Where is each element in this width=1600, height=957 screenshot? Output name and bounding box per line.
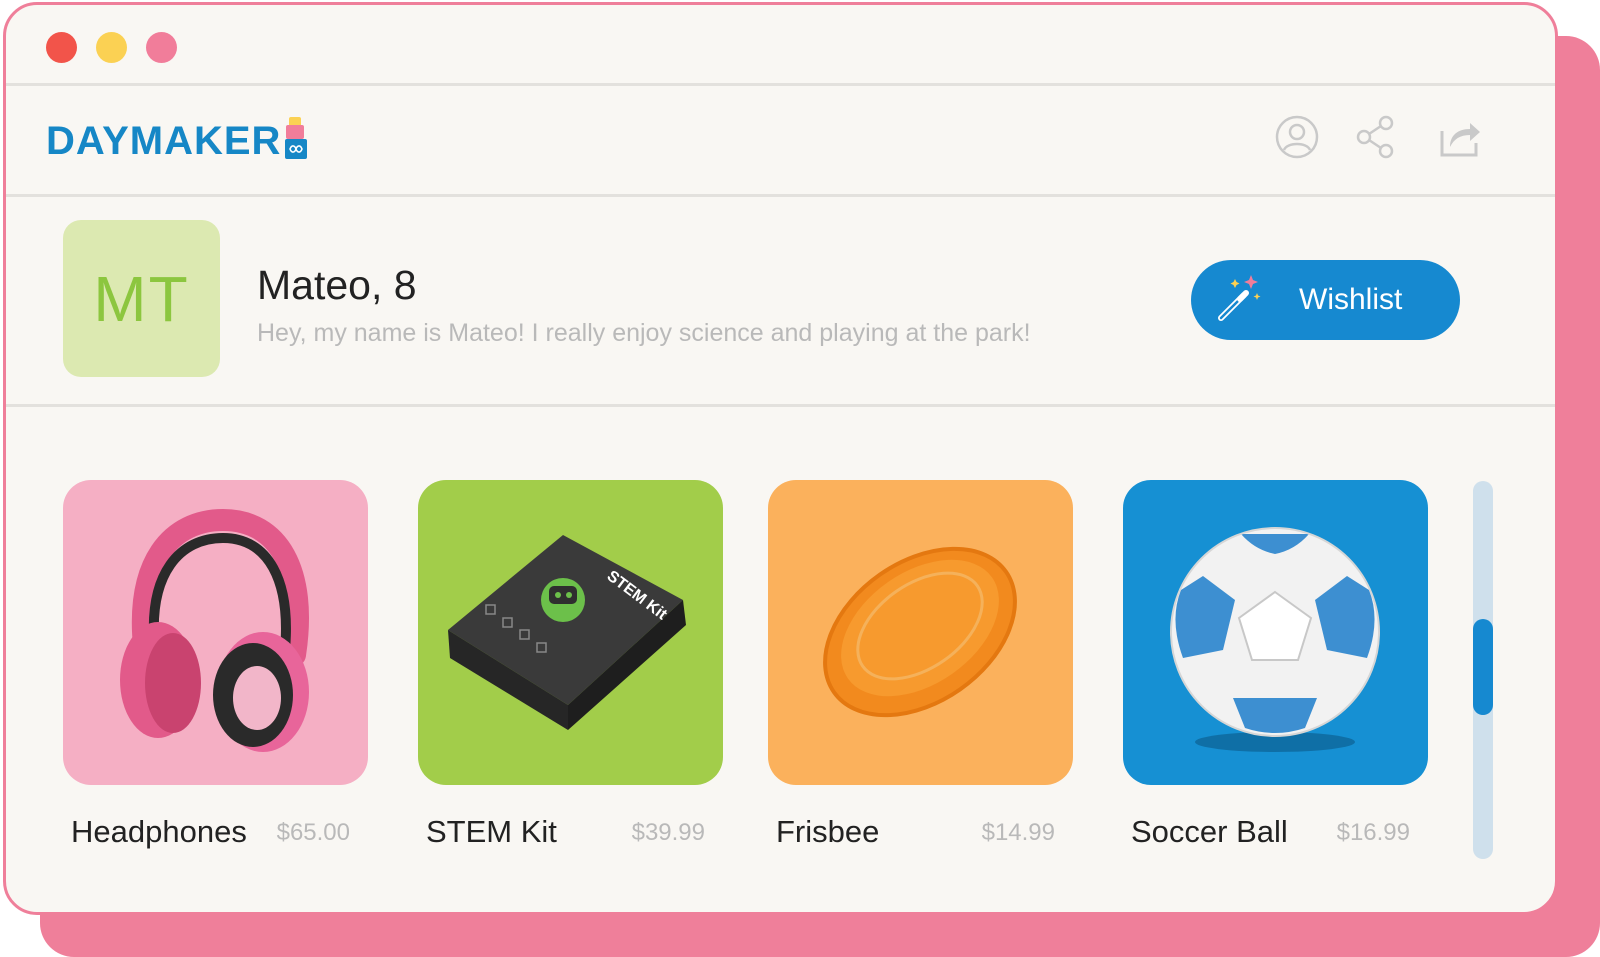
app-window: DAYMAKER MT Mateo, 8 Hey, my name is Mat… — [3, 2, 1558, 915]
headphones-image — [120, 508, 309, 752]
divider — [6, 83, 1555, 86]
product-price: $14.99 — [981, 819, 1055, 846]
gift-icon — [285, 117, 308, 159]
frisbee-image — [823, 546, 1017, 718]
logo[interactable]: DAYMAKER — [46, 113, 309, 163]
scrollbar[interactable] — [1473, 481, 1493, 859]
maximize-window-button[interactable] — [146, 32, 177, 63]
share-icon[interactable] — [1352, 113, 1400, 161]
close-window-button[interactable] — [46, 32, 77, 63]
product-tile[interactable] — [63, 480, 368, 785]
product-tile[interactable] — [768, 480, 1073, 785]
wishlist-button[interactable]: Wishlist — [1191, 260, 1460, 340]
logo-text: DAYMAKER — [46, 119, 282, 163]
divider — [6, 194, 1555, 197]
product-price: $16.99 — [1336, 819, 1410, 846]
soccer-ball-image — [1170, 527, 1380, 752]
forward-icon[interactable] — [1436, 113, 1484, 161]
avatar: MT — [63, 220, 220, 377]
product-tile[interactable]: STEM Kit — [418, 480, 723, 785]
product-card-soccer-ball[interactable]: Soccer Ball $16.99 — [1123, 480, 1428, 849]
product-tile[interactable] — [1123, 480, 1428, 785]
user-icon[interactable] — [1273, 113, 1321, 161]
stem-kit-image: STEM Kit — [448, 535, 686, 730]
product-card-frisbee[interactable]: Frisbee $14.99 — [768, 480, 1073, 849]
product-name[interactable]: Soccer Ball — [1131, 812, 1288, 852]
product-name[interactable]: STEM Kit — [426, 812, 557, 852]
profile-name: Mateo, 8 — [257, 262, 417, 308]
minimize-window-button[interactable] — [96, 32, 127, 63]
product-price: $39.99 — [631, 819, 705, 846]
product-name[interactable]: Headphones — [71, 812, 247, 852]
scrollbar-thumb[interactable] — [1473, 619, 1493, 715]
product-card-headphones[interactable]: Headphones $65.00 — [63, 480, 368, 849]
wishlist-label: Wishlist — [1299, 283, 1403, 316]
product-price: $65.00 — [276, 819, 350, 846]
profile-bio: Hey, my name is Mateo! I really enjoy sc… — [257, 319, 1031, 347]
magic-wand-icon — [1218, 275, 1261, 321]
product-name[interactable]: Frisbee — [776, 812, 879, 852]
product-card-stem-kit[interactable]: STEM Kit STEM Kit $39.99 — [418, 480, 723, 849]
divider — [6, 404, 1555, 407]
title-bar — [6, 5, 1555, 85]
